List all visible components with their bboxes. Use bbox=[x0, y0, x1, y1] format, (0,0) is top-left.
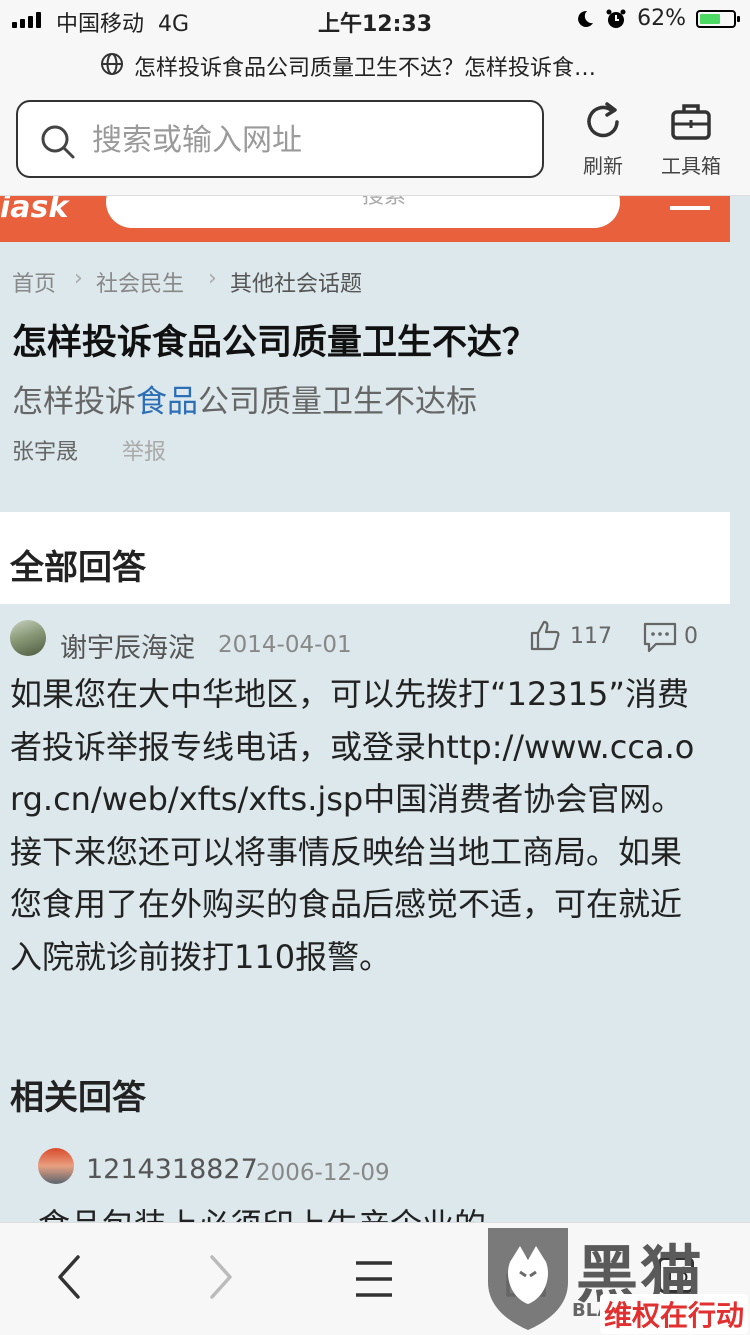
moon-icon bbox=[578, 10, 594, 27]
site-title: 怎样投诉食品公司质量卫生不达？怎样投诉食… bbox=[134, 56, 597, 81]
related-answer-user[interactable]: 1214318827 bbox=[86, 1154, 258, 1185]
toolbox-button[interactable]: 工具箱 bbox=[656, 100, 726, 179]
site-logo[interactable]: iask bbox=[0, 196, 68, 225]
globe-icon bbox=[101, 53, 123, 75]
site-title-bar: 怎样投诉食品公司质量卫生不达？怎样投诉食… bbox=[0, 40, 750, 90]
breadcrumb-home[interactable]: 首页 bbox=[12, 266, 56, 298]
toolbox-label: 工具箱 bbox=[661, 154, 721, 178]
battery-icon bbox=[696, 9, 740, 28]
alarm-icon bbox=[606, 9, 626, 28]
refresh-label: 刷新 bbox=[583, 154, 623, 178]
chevron-right-icon: › bbox=[208, 266, 217, 291]
breadcrumb-category[interactable]: 社会民生 bbox=[96, 266, 184, 298]
comment-icon[interactable] bbox=[642, 620, 678, 654]
battery-fill bbox=[700, 13, 720, 24]
search-icon bbox=[41, 125, 75, 159]
report-link[interactable]: 举报 bbox=[122, 434, 166, 466]
site-search-label: 搜索 bbox=[362, 196, 407, 209]
url-input[interactable] bbox=[90, 116, 514, 164]
thumbs-up-icon[interactable] bbox=[528, 618, 562, 652]
subtitle-text: 公司质量卫生不达标 bbox=[198, 384, 477, 420]
back-icon[interactable] bbox=[52, 1253, 86, 1301]
address-bar: 刷新 工具箱 bbox=[0, 90, 750, 196]
watermark-slogan: 维权在行动 bbox=[600, 1294, 749, 1334]
avatar[interactable] bbox=[10, 620, 46, 656]
related-answer-date: 2006-12-09 bbox=[256, 1160, 390, 1186]
site-search[interactable]: 搜索 bbox=[106, 196, 620, 228]
shield-cat-icon bbox=[488, 1228, 568, 1330]
question-section: 首页 › 社会民生 › 其他社会话题 怎样投诉食品公司质量卫生不达？ 怎样投诉食… bbox=[0, 242, 730, 492]
menu-icon[interactable] bbox=[354, 1259, 394, 1299]
refresh-icon bbox=[587, 102, 619, 138]
chevron-right-icon: › bbox=[74, 266, 83, 291]
answers-title: 全部回答 bbox=[10, 548, 146, 588]
food-link[interactable]: 食品 bbox=[136, 384, 198, 420]
answers-header: 全部回答 bbox=[0, 512, 730, 604]
answer-body: 如果您在大中华地区，可以先拨打“12315”消费者投诉举报专线电话，或登录htt… bbox=[10, 675, 695, 976]
related-answer-body[interactable]: 食品包装上必须印上生产企业的 bbox=[38, 1200, 698, 1224]
avatar[interactable] bbox=[38, 1148, 74, 1184]
question-title: 怎样投诉食品公司质量卫生不达？ bbox=[12, 323, 538, 363]
menu-icon[interactable] bbox=[670, 206, 710, 210]
refresh-button[interactable]: 刷新 bbox=[568, 100, 638, 179]
related-answers-title: 相关回答 bbox=[10, 1078, 146, 1118]
forward-icon[interactable] bbox=[204, 1253, 238, 1301]
url-search-box[interactable] bbox=[16, 100, 544, 178]
watermark-logo: 黑猫 BLACK CAT 维权在行动 bbox=[476, 1222, 750, 1334]
comment-count: 0 bbox=[684, 624, 698, 649]
toolbox-icon bbox=[671, 104, 711, 140]
subtitle-text: 怎样投诉 bbox=[12, 384, 136, 420]
status-bar: 中国移动 4G 上午12:33 62% bbox=[0, 0, 750, 40]
answer-date: 2014-04-01 bbox=[218, 632, 352, 658]
like-count: 117 bbox=[570, 624, 612, 649]
question-subtitle: 怎样投诉食品公司质量卫生不达标 bbox=[12, 376, 477, 421]
asker-name[interactable]: 张宇晟 bbox=[12, 434, 78, 466]
breadcrumb-subcategory[interactable]: 其他社会话题 bbox=[230, 266, 362, 298]
answer-user[interactable]: 谢宇辰海淀 bbox=[60, 626, 195, 665]
battery-percent: 62% bbox=[637, 6, 686, 31]
site-header: iask 搜索 bbox=[0, 196, 730, 242]
